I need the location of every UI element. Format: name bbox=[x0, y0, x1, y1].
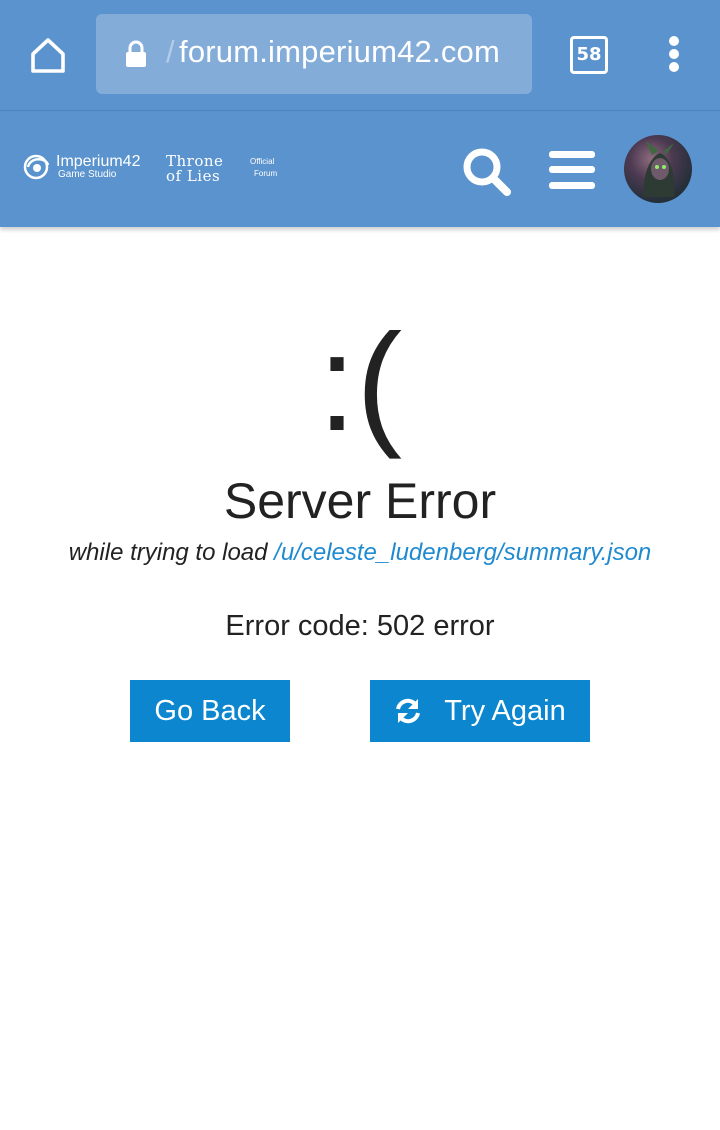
search-button[interactable] bbox=[460, 145, 514, 199]
go-back-label: Go Back bbox=[154, 694, 266, 727]
error-code: Error code: 502 error bbox=[225, 610, 495, 642]
try-again-label: Try Again bbox=[444, 694, 566, 727]
forum-label: Forum bbox=[254, 169, 278, 178]
more-vert-icon[interactable] bbox=[662, 36, 686, 72]
try-again-button[interactable]: Try Again bbox=[370, 680, 590, 742]
lock-icon bbox=[126, 40, 146, 67]
official-label: Official bbox=[250, 157, 275, 166]
error-path-link[interactable]: /u/celeste_ludenberg/summary.json bbox=[274, 539, 651, 566]
url-text: forum.imperium42.com bbox=[179, 34, 500, 69]
sad-face-emoticon: :( bbox=[317, 306, 403, 460]
go-back-button[interactable]: Go Back bbox=[130, 680, 290, 742]
browser-toolbar: / forum.imperium42.com 58 bbox=[0, 0, 720, 110]
url-prefix: / bbox=[166, 34, 175, 69]
error-title: Server Error bbox=[223, 473, 497, 529]
tab-switcher-button[interactable]: 58 bbox=[570, 36, 608, 74]
menu-icon[interactable] bbox=[549, 151, 595, 189]
user-avatar[interactable] bbox=[624, 135, 692, 203]
tab-count: 58 bbox=[576, 44, 602, 65]
error-detail: while trying to load /u/celeste_ludenber… bbox=[0, 539, 720, 567]
refresh-icon bbox=[394, 697, 422, 725]
search-icon bbox=[463, 148, 511, 196]
address-bar[interactable]: / forum.imperium42.com bbox=[96, 14, 532, 94]
error-detail-prefix: while trying to load bbox=[68, 539, 275, 566]
site-header: Imperium42 Game Studio Throne of Lies Of… bbox=[0, 110, 720, 227]
avatar-image bbox=[643, 141, 675, 197]
game-title-line2: of Lies bbox=[166, 167, 221, 185]
home-icon bbox=[31, 38, 65, 73]
brand-subtitle: Game Studio bbox=[58, 169, 117, 180]
imperium42-logo-icon bbox=[23, 154, 50, 180]
home-button[interactable] bbox=[20, 27, 76, 83]
